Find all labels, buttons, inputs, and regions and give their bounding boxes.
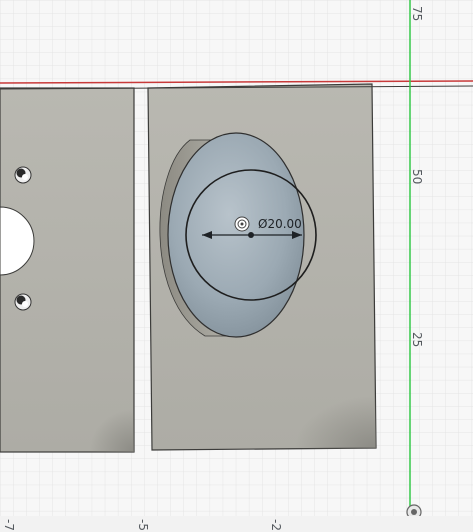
canvas-svg[interactable]: Ø20.00 75 50 25 -7 -5 -2 [0,0,473,532]
concentric-circles-icon [234,216,250,232]
left-body-block[interactable] [0,87,135,453]
diameter-label: Ø20.00 [258,217,302,231]
x-tick-label--7: -7 [2,519,16,531]
x-tick-label--2: -2 [269,519,283,531]
y-tick-label-75: 75 [410,6,424,21]
right-body-block[interactable] [147,83,377,451]
y-tick-label-25: 25 [410,332,424,347]
design-canvas[interactable]: Ø20.00 75 50 25 -7 -5 -2 [0,0,473,532]
x-tick-label--5: -5 [136,519,150,531]
bottom-ruler [0,516,473,532]
small-hole-top[interactable] [14,166,32,184]
y-tick-label-50: 50 [410,169,424,184]
small-hole-bottom[interactable] [14,293,32,311]
